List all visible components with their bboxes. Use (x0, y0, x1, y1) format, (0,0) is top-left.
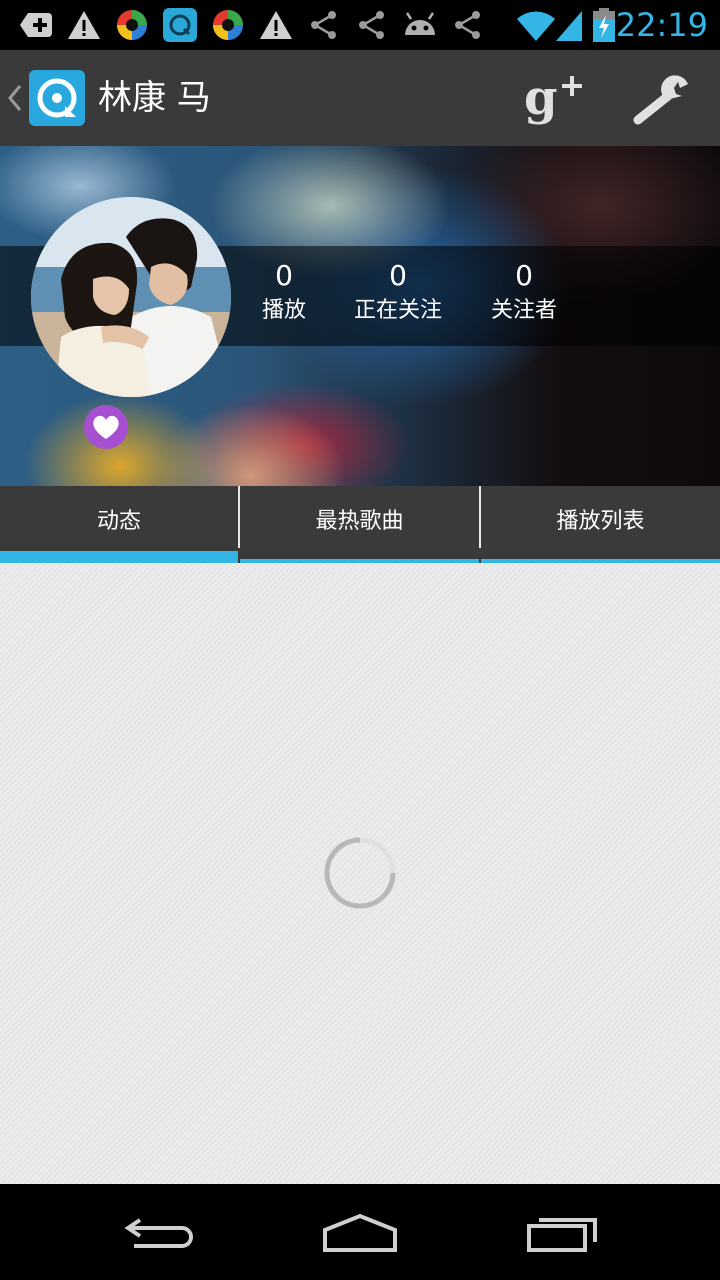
profile-banner: 0 播放 0 正在关注 0 关注者 (0, 146, 720, 486)
home-nav-icon[interactable] (315, 1202, 405, 1262)
tab-selected-indicator (0, 551, 238, 563)
app-logo-icon[interactable] (29, 70, 85, 126)
colorful-app-icon (117, 10, 147, 40)
google-plus-icon[interactable]: g (520, 68, 590, 130)
page-title: 林康 马 (98, 78, 211, 118)
app-screen: 22:19 林康 马 g 0 播放 0 正在关注 0 关注者 动态 最热歌曲 播… (0, 0, 720, 1280)
back-caret-icon[interactable] (6, 80, 24, 116)
status-clock: 22:19 (615, 6, 708, 44)
stat-followers-value: 0 (515, 259, 533, 292)
colorful-app-icon (213, 10, 243, 40)
app-q-icon (163, 8, 197, 42)
content-area (0, 563, 720, 1184)
stat-following[interactable]: 0 正在关注 (328, 256, 468, 326)
wrench-icon[interactable] (630, 70, 696, 130)
wifi-icon (517, 11, 555, 41)
tab-playlists[interactable]: 播放列表 (481, 486, 720, 563)
back-nav-icon[interactable] (116, 1202, 206, 1262)
warning-icon (260, 11, 292, 39)
tab-top-songs-label: 最热歌曲 (315, 509, 404, 534)
avatar[interactable] (31, 197, 231, 397)
svg-text:g: g (524, 70, 558, 126)
tab-bar: 动态 最热歌曲 播放列表 (0, 486, 720, 563)
add-box-icon (20, 13, 52, 37)
tab-top-songs[interactable]: 最热歌曲 (240, 486, 479, 563)
share-icon (455, 11, 480, 39)
tab-playlists-label: 播放列表 (556, 509, 645, 534)
android-icon (405, 12, 435, 35)
loading-spinner-icon (324, 837, 396, 909)
heart-icon (93, 415, 119, 439)
action-bar: 林康 马 g (0, 50, 720, 147)
share-icon (359, 11, 384, 39)
stat-following-label: 正在关注 (353, 298, 442, 323)
navigation-bar (0, 1184, 720, 1280)
favorite-badge[interactable] (84, 405, 128, 449)
warning-icon (68, 11, 100, 39)
recents-nav-icon[interactable] (515, 1202, 605, 1262)
share-icon (311, 11, 336, 39)
signal-icon (556, 11, 582, 41)
tab-activity-label: 动态 (96, 509, 141, 534)
stat-following-value: 0 (389, 259, 407, 292)
status-bar: 22:19 (0, 0, 720, 50)
stat-followers[interactable]: 0 关注者 (454, 256, 594, 326)
tab-activity[interactable]: 动态 (0, 486, 238, 563)
stat-followers-label: 关注者 (490, 298, 557, 323)
battery-charging-icon (593, 8, 615, 42)
